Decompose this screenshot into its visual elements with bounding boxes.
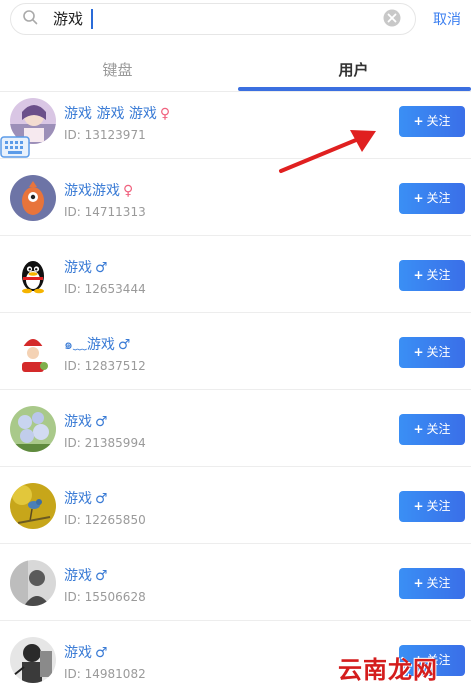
user-name[interactable]: 游戏 游戏 游戏 bbox=[64, 106, 157, 122]
annotation-arrow-icon bbox=[279, 130, 376, 173]
female-icon: ♀ bbox=[123, 183, 134, 199]
follow-button[interactable]: + 关注 bbox=[399, 106, 465, 137]
list-item[interactable]: 游戏游戏 ♀ ID: 14711313 + 关注 bbox=[0, 159, 471, 236]
user-name-line[interactable]: 游戏 ♂ bbox=[64, 257, 108, 277]
text-cursor bbox=[91, 9, 93, 29]
plus-icon: + bbox=[413, 345, 424, 359]
male-icon: ♂ bbox=[95, 568, 108, 584]
plus-icon: + bbox=[413, 499, 424, 513]
user-id: ID: 12265850 bbox=[64, 513, 146, 527]
plus-icon: + bbox=[413, 422, 424, 436]
follow-button[interactable]: + 关注 bbox=[399, 414, 465, 445]
user-name-line[interactable]: 游戏游戏 ♀ bbox=[64, 180, 133, 200]
clear-icon[interactable] bbox=[383, 9, 401, 27]
list-item[interactable]: 游戏 ♂ ID: 12653444 + 关注 bbox=[0, 236, 471, 313]
user-name[interactable]: 游戏 bbox=[64, 491, 92, 507]
user-id: ID: 14711313 bbox=[64, 205, 146, 219]
user-name[interactable]: ๑﹏游戏 bbox=[64, 337, 115, 353]
avatar[interactable] bbox=[10, 637, 56, 683]
follow-label: 关注 bbox=[426, 268, 451, 282]
user-id: ID: 12653444 bbox=[64, 282, 146, 296]
user-name-line[interactable]: 游戏 ♂ bbox=[64, 411, 108, 431]
list-item[interactable]: 游戏 ♂ ID: 15506628 + 关注 bbox=[0, 544, 471, 621]
user-name-line[interactable]: 游戏 游戏 游戏 ♀ bbox=[64, 103, 170, 123]
plus-icon: + bbox=[413, 268, 424, 282]
user-name[interactable]: 游戏 bbox=[64, 414, 92, 430]
follow-label: 关注 bbox=[426, 114, 451, 128]
follow-label: 关注 bbox=[426, 191, 451, 205]
follow-button[interactable]: + 关注 bbox=[399, 491, 465, 522]
user-name-line[interactable]: ๑﹏游戏 ♂ bbox=[64, 334, 130, 356]
list-item[interactable]: ๑﹏游戏 ♂ ID: 12837512 + 关注 bbox=[0, 313, 471, 390]
user-name[interactable]: 游戏 bbox=[64, 568, 92, 584]
avatar[interactable] bbox=[10, 252, 56, 298]
plus-icon: + bbox=[413, 576, 424, 590]
follow-button[interactable]: + 关注 bbox=[399, 568, 465, 599]
list-item[interactable]: 游戏 ♂ ID: 12265850 + 关注 bbox=[0, 467, 471, 544]
cancel-button[interactable]: 取消 bbox=[433, 9, 461, 29]
user-name[interactable]: 游戏 bbox=[64, 260, 92, 276]
follow-button[interactable]: + 关注 bbox=[399, 260, 465, 291]
avatar[interactable] bbox=[10, 483, 56, 529]
user-id: ID: 12837512 bbox=[64, 359, 146, 373]
avatar[interactable] bbox=[10, 560, 56, 606]
search-icon bbox=[23, 10, 38, 25]
avatar[interactable] bbox=[10, 329, 56, 375]
follow-label: 关注 bbox=[426, 576, 451, 590]
plus-icon: + bbox=[413, 191, 424, 205]
male-icon: ♂ bbox=[95, 414, 108, 430]
user-name-line[interactable]: 游戏 ♂ bbox=[64, 642, 108, 662]
keyboard-icon[interactable] bbox=[0, 136, 30, 158]
avatar[interactable] bbox=[10, 406, 56, 452]
plus-icon: + bbox=[413, 114, 424, 128]
user-name[interactable]: 游戏游戏 bbox=[64, 183, 120, 199]
user-name[interactable]: 游戏 bbox=[64, 645, 92, 661]
male-icon: ♂ bbox=[95, 491, 108, 507]
follow-button[interactable]: + 关注 bbox=[399, 183, 465, 214]
list-item[interactable]: 游戏 游戏 游戏 ♀ ID: 13123971 + 关注 bbox=[0, 82, 471, 159]
follow-label: 关注 bbox=[426, 499, 451, 513]
avatar[interactable] bbox=[10, 175, 56, 221]
male-icon: ♂ bbox=[117, 337, 131, 353]
user-id: ID: 13123971 bbox=[64, 128, 146, 142]
user-name-line[interactable]: 游戏 ♂ bbox=[64, 565, 108, 585]
user-id: ID: 21385994 bbox=[64, 436, 146, 450]
follow-button[interactable]: + 关注 bbox=[399, 337, 465, 368]
follow-label: 关注 bbox=[426, 422, 451, 436]
male-icon: ♂ bbox=[95, 260, 108, 276]
user-name-line[interactable]: 游戏 ♂ bbox=[64, 488, 108, 508]
follow-label: 关注 bbox=[426, 345, 451, 359]
search-input[interactable] bbox=[53, 6, 363, 30]
male-icon: ♂ bbox=[95, 645, 108, 661]
search-bar: 取消 bbox=[0, 0, 471, 40]
list-item[interactable]: 游戏 ♂ ID: 21385994 + 关注 bbox=[0, 390, 471, 467]
female-icon: ♀ bbox=[159, 106, 171, 122]
user-id: ID: 15506628 bbox=[64, 590, 146, 604]
watermark: 云南龙网 bbox=[338, 655, 438, 684]
user-id: ID: 14981082 bbox=[64, 667, 146, 681]
